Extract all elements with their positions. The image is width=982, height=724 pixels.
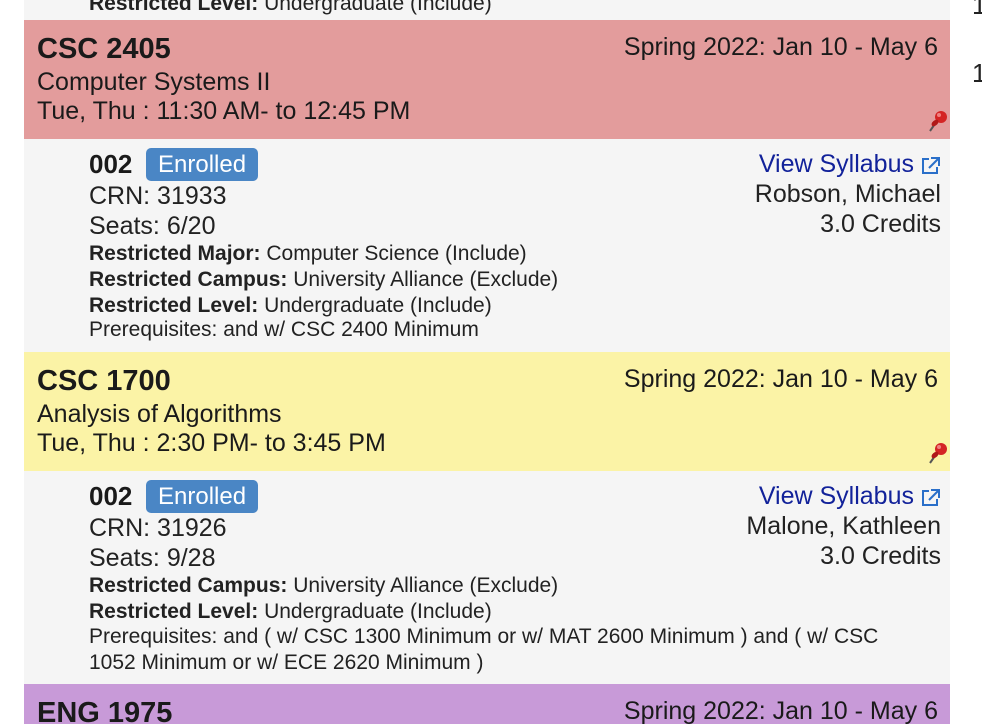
instructor: Malone, Kathleen [746, 512, 941, 540]
course-header-csc-1700[interactable]: CSC 1700 Analysis of Algorithms Tue, Thu… [24, 352, 950, 471]
enrolled-badge: Enrolled [146, 148, 259, 181]
instructor: Robson, Michael [754, 180, 941, 208]
restriction-value: Undergraduate (Include) [264, 600, 492, 623]
edge-mark-1: 1 [972, 0, 982, 20]
course-term: Spring 2022: Jan 10 - May 6 [623, 697, 938, 724]
course-schedule: Tue, Thu : 11:30 AM- to 12:45 PM [37, 97, 411, 125]
section-details-csc-2405: 002 Enrolled CRN: 31933 Seats: 6/20 View… [24, 139, 950, 352]
course-header-csc-2405[interactable]: CSC 2405 Computer Systems II Tue, Thu : … [24, 20, 950, 139]
section-details-csc-1700: 002 Enrolled CRN: 31926 Seats: 9/28 View… [24, 471, 950, 684]
view-syllabus-link[interactable]: View Syllabus [759, 482, 942, 511]
restriction-line: Restricted Major: Computer Science (Incl… [89, 242, 527, 266]
external-link-icon [922, 489, 940, 506]
prerequisites: Prerequisites: and ( w/ CSC 1300 Minimum… [89, 625, 879, 674]
course-code: CSC 2405 [37, 33, 171, 65]
course-title: Analysis of Algorithms [37, 400, 282, 428]
restriction-value: Undergraduate (Include) [264, 0, 492, 15]
course-header-eng-1975[interactable]: ENG 1975 Spring 2022: Jan 10 - May 6 [24, 684, 950, 724]
credits: 3.0 Credits [820, 542, 941, 570]
edge-mark-2: 1 [972, 58, 982, 88]
restriction-label: Restricted Campus: [89, 268, 288, 291]
crn: CRN: 31933 [89, 182, 227, 210]
section-number: 002 [89, 481, 133, 511]
course-list: Restricted Level: Undergraduate (Include… [24, 0, 950, 724]
course-term: Spring 2022: Jan 10 - May 6 [623, 365, 938, 393]
prerequisites: Prerequisites: and w/ CSC 2400 Minimum [89, 318, 479, 341]
course-code: CSC 1700 [37, 365, 171, 397]
course-term: Spring 2022: Jan 10 - May 6 [623, 33, 938, 61]
restriction-label: Restricted Level: [89, 0, 259, 15]
external-link-icon [922, 157, 940, 174]
course-schedule: Tue, Thu : 2:30 PM- to 3:45 PM [37, 429, 386, 457]
restriction-line: Restricted Level: Undergraduate (Include… [89, 600, 492, 624]
pin-icon[interactable] [926, 107, 950, 133]
restriction-value: Undergraduate (Include) [264, 294, 492, 317]
credits: 3.0 Credits [820, 210, 941, 238]
pin-icon[interactable] [926, 439, 950, 465]
restriction-value: University Alliance (Exclude) [293, 268, 559, 291]
restriction-label: Restricted Level: [89, 294, 259, 317]
restriction-value: University Alliance (Exclude) [293, 574, 559, 597]
enrolled-badge: Enrolled [146, 480, 259, 513]
restriction-line: Restricted Level: Undergraduate (Include… [89, 294, 492, 318]
view-syllabus-label: View Syllabus [758, 482, 914, 510]
view-syllabus-link[interactable]: View Syllabus [759, 150, 942, 179]
restriction-line: Restricted Campus: University Alliance (… [89, 268, 558, 292]
crn: CRN: 31926 [89, 514, 227, 542]
course-title: Computer Systems II [37, 68, 271, 96]
seats: Seats: 6/20 [89, 212, 216, 240]
course-code: ENG 1975 [37, 697, 173, 724]
restriction-label: Restricted Campus: [89, 574, 288, 597]
restriction-value: Computer Science (Include) [266, 242, 527, 265]
seats: Seats: 9/28 [89, 544, 216, 572]
view-syllabus-label: View Syllabus [758, 150, 914, 178]
restriction-label: Restricted Level: [89, 600, 259, 623]
section-number: 002 [89, 149, 133, 179]
restriction-line: Restricted Campus: University Alliance (… [89, 574, 558, 598]
previous-section-body: Restricted Level: Undergraduate (Include… [24, 0, 950, 20]
restriction-line: Restricted Level: Undergraduate (Include… [89, 0, 492, 16]
restriction-label: Restricted Major: [89, 242, 261, 265]
